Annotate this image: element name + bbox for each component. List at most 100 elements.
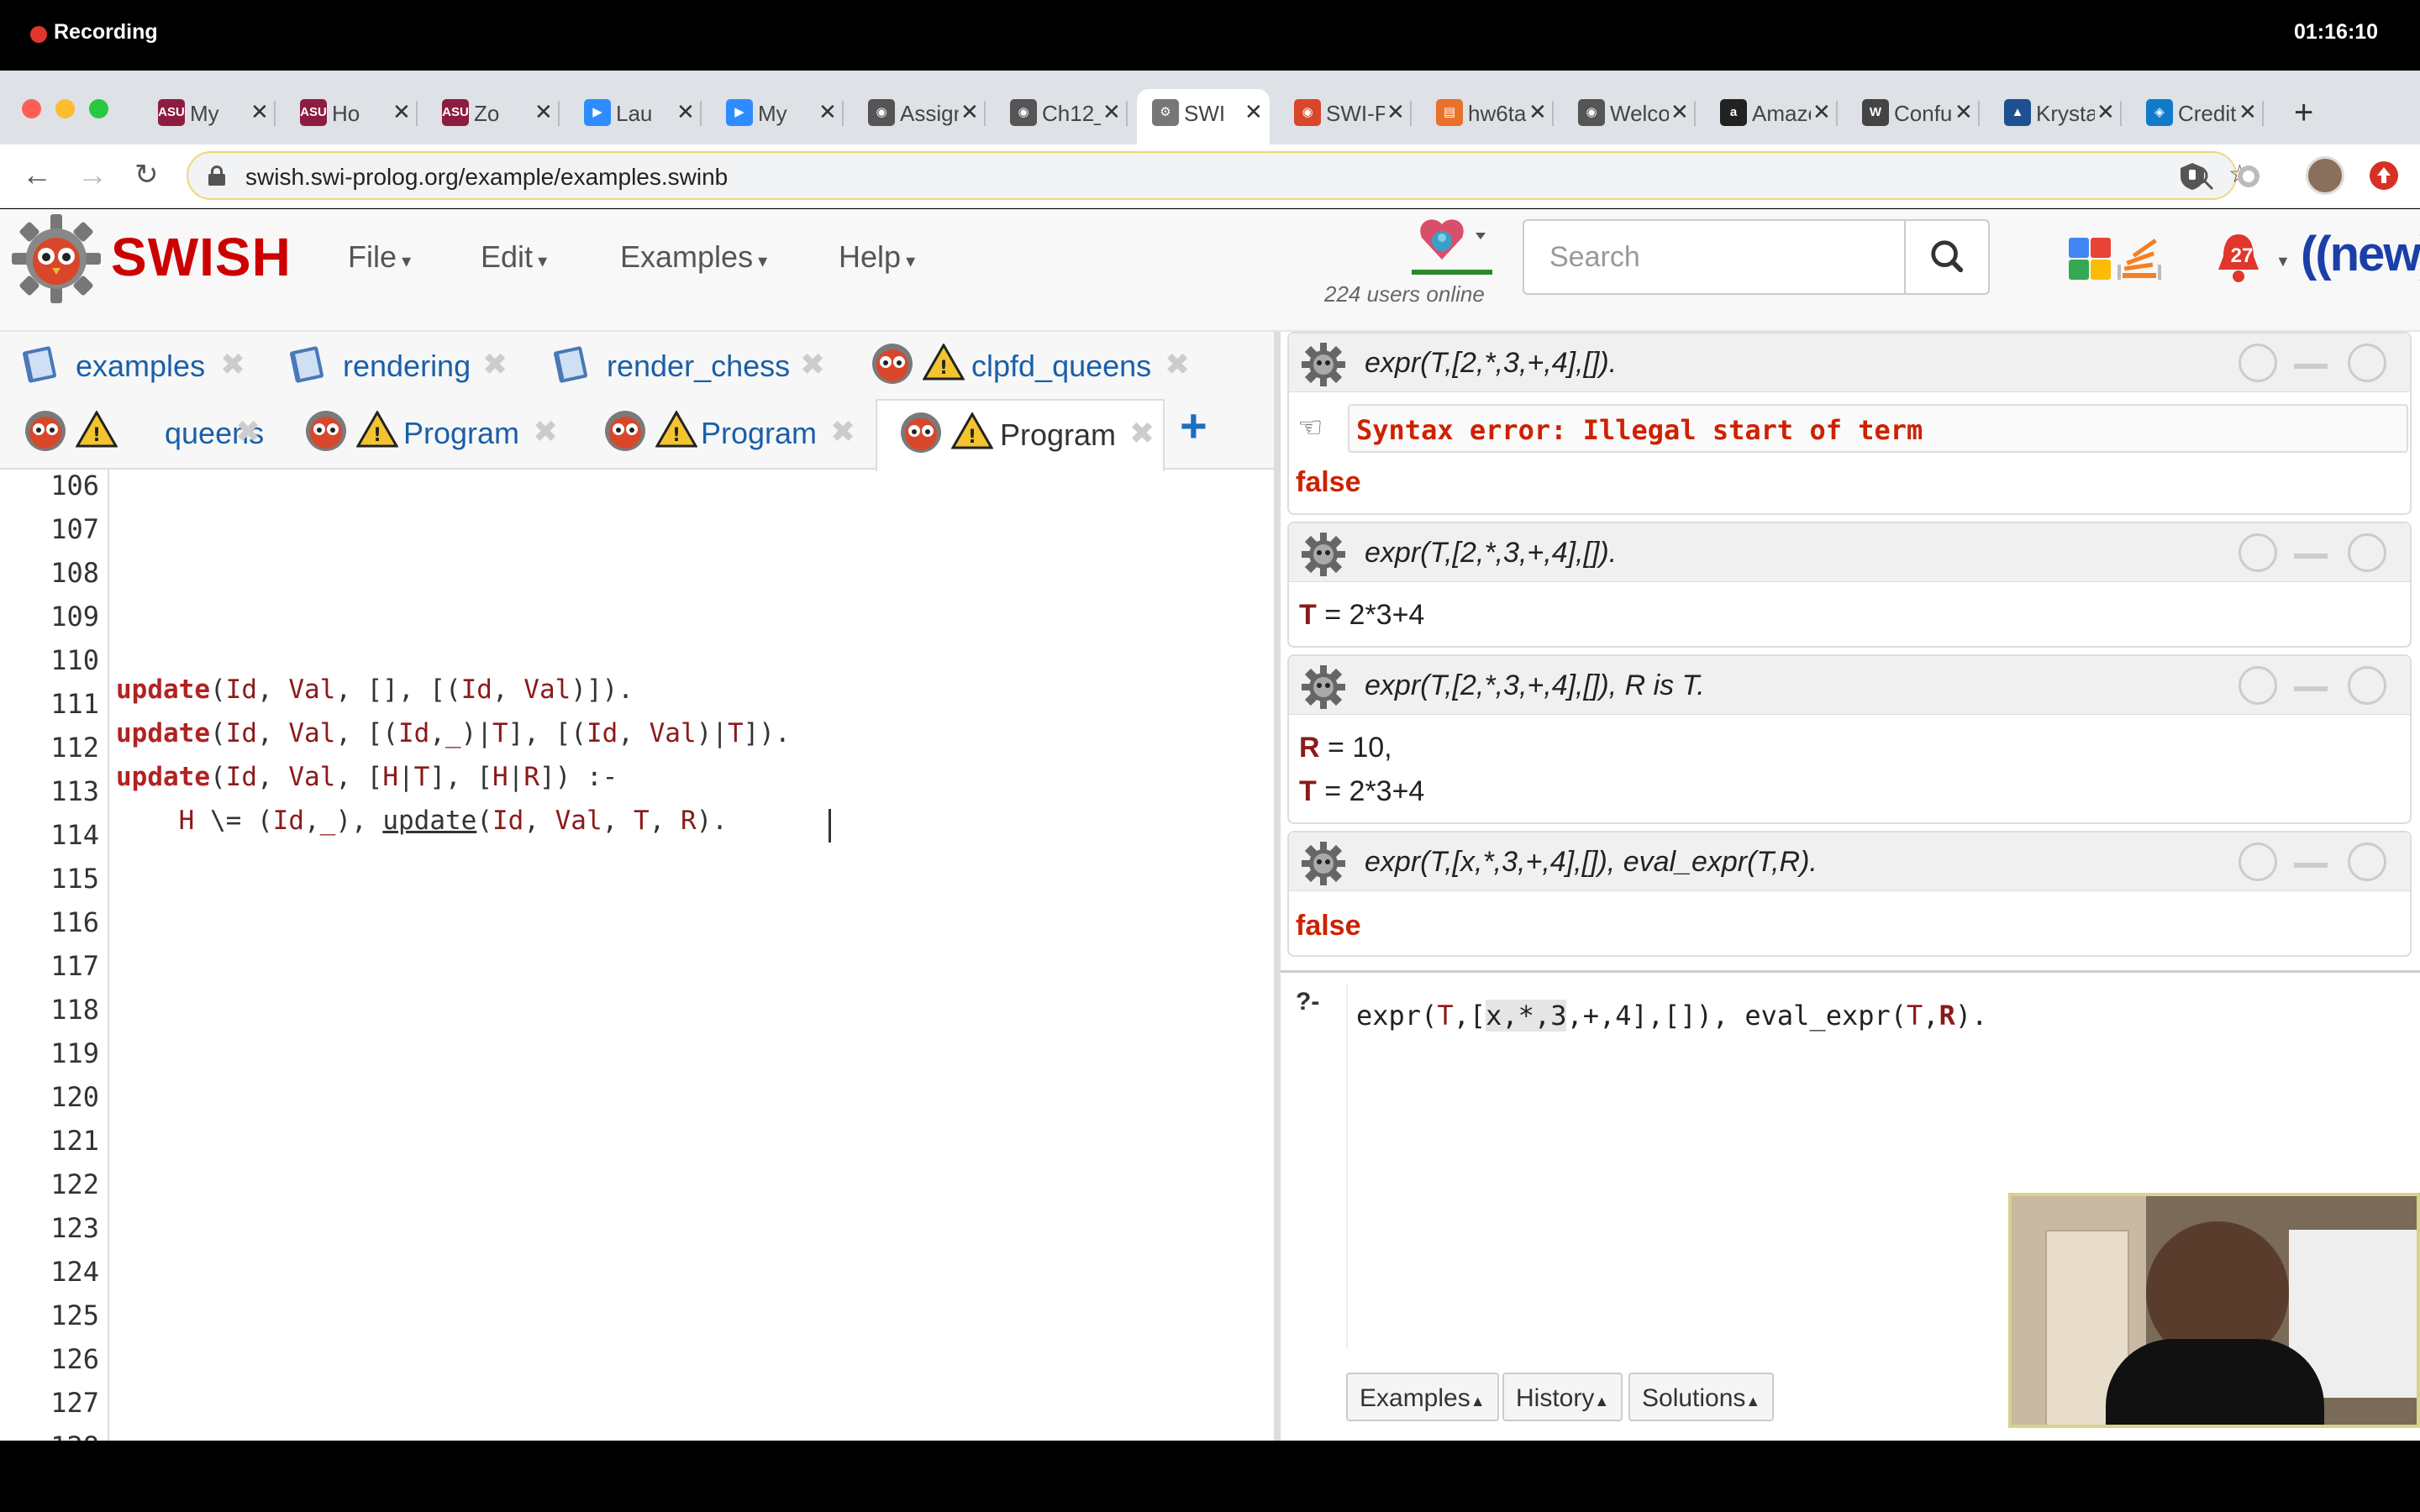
tab-queens[interactable]: ! queens ✖ — [22, 399, 266, 466]
download-icon[interactable] — [2238, 843, 2277, 881]
update-arrow-icon[interactable] — [2368, 160, 2400, 192]
close-tab-icon[interactable]: ✕ — [2238, 99, 2257, 125]
browser-tab[interactable]: aAmazo✕ — [1705, 89, 1838, 136]
back-arrow-icon[interactable]: ← — [22, 158, 52, 192]
close-icon[interactable]: ✖ — [1129, 416, 1155, 451]
forward-arrow-icon[interactable]: → — [77, 158, 108, 192]
browser-tab[interactable]: ASU Zo ✕ — [427, 89, 560, 136]
solutions-button[interactable]: Solutions▲ — [1628, 1373, 1775, 1421]
browser-tab[interactable]: ASU Ho ✕ — [285, 89, 418, 136]
minimize-icon[interactable] — [2294, 686, 2328, 691]
close-tab-icon[interactable]: ✕ — [1954, 99, 1973, 125]
tab-label: examples — [76, 349, 206, 383]
close-icon[interactable]: ✖ — [482, 347, 508, 382]
close-answer-icon[interactable] — [2348, 666, 2386, 705]
query-text[interactable]: expr(T,[x,*,3,+,4],[]), eval_expr(T,R). — [1356, 1000, 1987, 1032]
search-button[interactable] — [1904, 219, 1990, 295]
swish-logo-icon[interactable] — [10, 213, 103, 305]
tab-render-chess[interactable]: render_chess ✖ — [553, 332, 839, 399]
browser-tab[interactable]: ◉Assign✕ — [853, 89, 986, 136]
close-icon[interactable]: ✖ — [220, 347, 245, 382]
minimize-icon[interactable] — [2294, 554, 2328, 559]
close-tab-icon[interactable]: ✕ — [534, 99, 553, 125]
tab-program-active[interactable]: ! Program ✖ — [876, 399, 1165, 471]
browser-tab[interactable]: ◉Ch12_F✕ — [995, 89, 1128, 136]
fullscreen-window-icon[interactable] — [89, 99, 108, 118]
close-icon[interactable]: ✖ — [830, 414, 855, 449]
close-tab-icon[interactable]: ✕ — [1244, 99, 1263, 125]
close-answer-icon[interactable] — [2348, 344, 2386, 382]
url-bar[interactable]: swish.swi-prolog.org/example/examples.sw… — [187, 151, 2251, 200]
examples-button-label: Examples — [1360, 1384, 1470, 1412]
reload-icon[interactable]: ↻ — [134, 158, 159, 192]
download-icon[interactable] — [2238, 666, 2277, 705]
close-tab-icon[interactable]: ✕ — [1528, 99, 1547, 125]
history-button[interactable]: History▲ — [1502, 1373, 1623, 1421]
code-line-113[interactable]: update(Id, Val, [H|T], [H|R]) :- — [116, 762, 618, 792]
menu-help[interactable]: Help ▾ — [839, 239, 915, 275]
close-answer-icon[interactable] — [2348, 533, 2386, 572]
new-badge[interactable]: ((new)) — [2301, 226, 2420, 282]
tab-examples[interactable]: examples ✖ — [22, 332, 245, 399]
close-icon[interactable]: ✖ — [1165, 347, 1190, 382]
code-line-114[interactable]: H \= (Id,_), update(Id, Val, T, R). — [116, 806, 728, 836]
url-text[interactable]: swish.swi-prolog.org/example/examples.sw… — [245, 164, 728, 191]
asu-icon: ASU — [300, 99, 327, 126]
close-tab-icon[interactable]: ✕ — [392, 99, 411, 125]
download-icon[interactable] — [2238, 533, 2277, 572]
browser-tab[interactable]: ◉Welcor✕ — [1563, 89, 1696, 136]
users-hearts-icon[interactable] — [1412, 216, 1496, 275]
tab-program-1[interactable]: ! Program ✖ — [302, 399, 571, 466]
close-tab-icon[interactable]: ✕ — [818, 99, 837, 125]
tab-rendering[interactable]: rendering ✖ — [289, 332, 516, 399]
close-answer-icon[interactable] — [2348, 843, 2386, 881]
shield-extension-icon[interactable] — [2178, 161, 2207, 192]
pane-divider[interactable] — [1274, 332, 1281, 1441]
browser-tab[interactable]: ▶ Lau ✕ — [569, 89, 702, 136]
examples-button[interactable]: Examples▲ — [1346, 1373, 1499, 1421]
share-icons[interactable] — [2067, 231, 2168, 285]
close-icon[interactable]: ✖ — [533, 414, 558, 449]
code-line-112[interactable]: update(Id, Val, [(Id,_)|T], [(Id, Val)|T… — [116, 718, 791, 748]
chevron-down-icon[interactable]: ▼ — [2275, 253, 2291, 270]
close-tab-icon[interactable]: ✕ — [1670, 99, 1689, 125]
browser-tab[interactable]: ASU My ✕ — [143, 89, 276, 136]
search-input[interactable]: Search — [1523, 219, 1906, 295]
close-tab-icon[interactable]: ✕ — [1812, 99, 1831, 125]
minimize-icon[interactable] — [2294, 364, 2328, 369]
close-icon[interactable]: ✖ — [235, 414, 260, 449]
browser-tab-title: Krystal — [2036, 101, 2095, 126]
code-line-111[interactable]: update(Id, Val, [], [(Id, Val)]). — [116, 675, 634, 705]
swish-brand[interactable]: SWISH — [111, 226, 292, 288]
browser-tab[interactable]: ▲Krystal✕ — [1989, 89, 2122, 136]
menu-file[interactable]: File ▾ — [348, 239, 411, 275]
close-tab-icon[interactable]: ✕ — [250, 99, 269, 125]
close-tab-icon[interactable]: ✕ — [676, 99, 695, 125]
close-tab-icon[interactable]: ✕ — [2096, 99, 2115, 125]
minimize-window-icon[interactable] — [55, 99, 75, 118]
browser-tab-title: My — [190, 101, 219, 126]
download-icon[interactable] — [2238, 344, 2277, 382]
tab-program-2[interactable]: ! Program ✖ — [602, 399, 871, 466]
menu-examples[interactable]: Examples ▾ — [620, 239, 767, 275]
new-tab-button[interactable]: + — [2294, 96, 2313, 129]
tab-clpfd-queens[interactable]: ! clpfd_queens ✖ — [869, 332, 1205, 399]
browser-tab[interactable]: ▶ My ✕ — [711, 89, 844, 136]
close-tab-icon[interactable]: ✕ — [1102, 99, 1121, 125]
browser-tab[interactable]: ◈ Credit ✕ — [2131, 89, 2264, 136]
close-tab-icon[interactable]: ✕ — [1386, 99, 1405, 125]
add-tab-button[interactable]: + — [1180, 402, 1207, 449]
close-window-icon[interactable] — [22, 99, 41, 118]
close-tab-icon[interactable]: ✕ — [960, 99, 979, 125]
browser-tab[interactable]: ⚙ SWI ✕ — [1137, 89, 1270, 144]
menu-edit[interactable]: Edit ▾ — [481, 239, 547, 275]
browser-tab[interactable]: ▤hw6ta.p✕ — [1421, 89, 1554, 136]
browser-tab[interactable]: WConfus✕ — [1847, 89, 1980, 136]
owl-icon — [306, 411, 346, 451]
minimize-icon[interactable] — [2294, 863, 2328, 868]
binding-line: T = 2*3+4 — [1299, 599, 1425, 631]
extension-circle-icon[interactable] — [2235, 163, 2262, 190]
close-icon[interactable]: ✖ — [800, 347, 825, 382]
profile-avatar[interactable] — [2306, 156, 2344, 195]
browser-tab[interactable]: ◉SWI-Pr✕ — [1279, 89, 1412, 136]
